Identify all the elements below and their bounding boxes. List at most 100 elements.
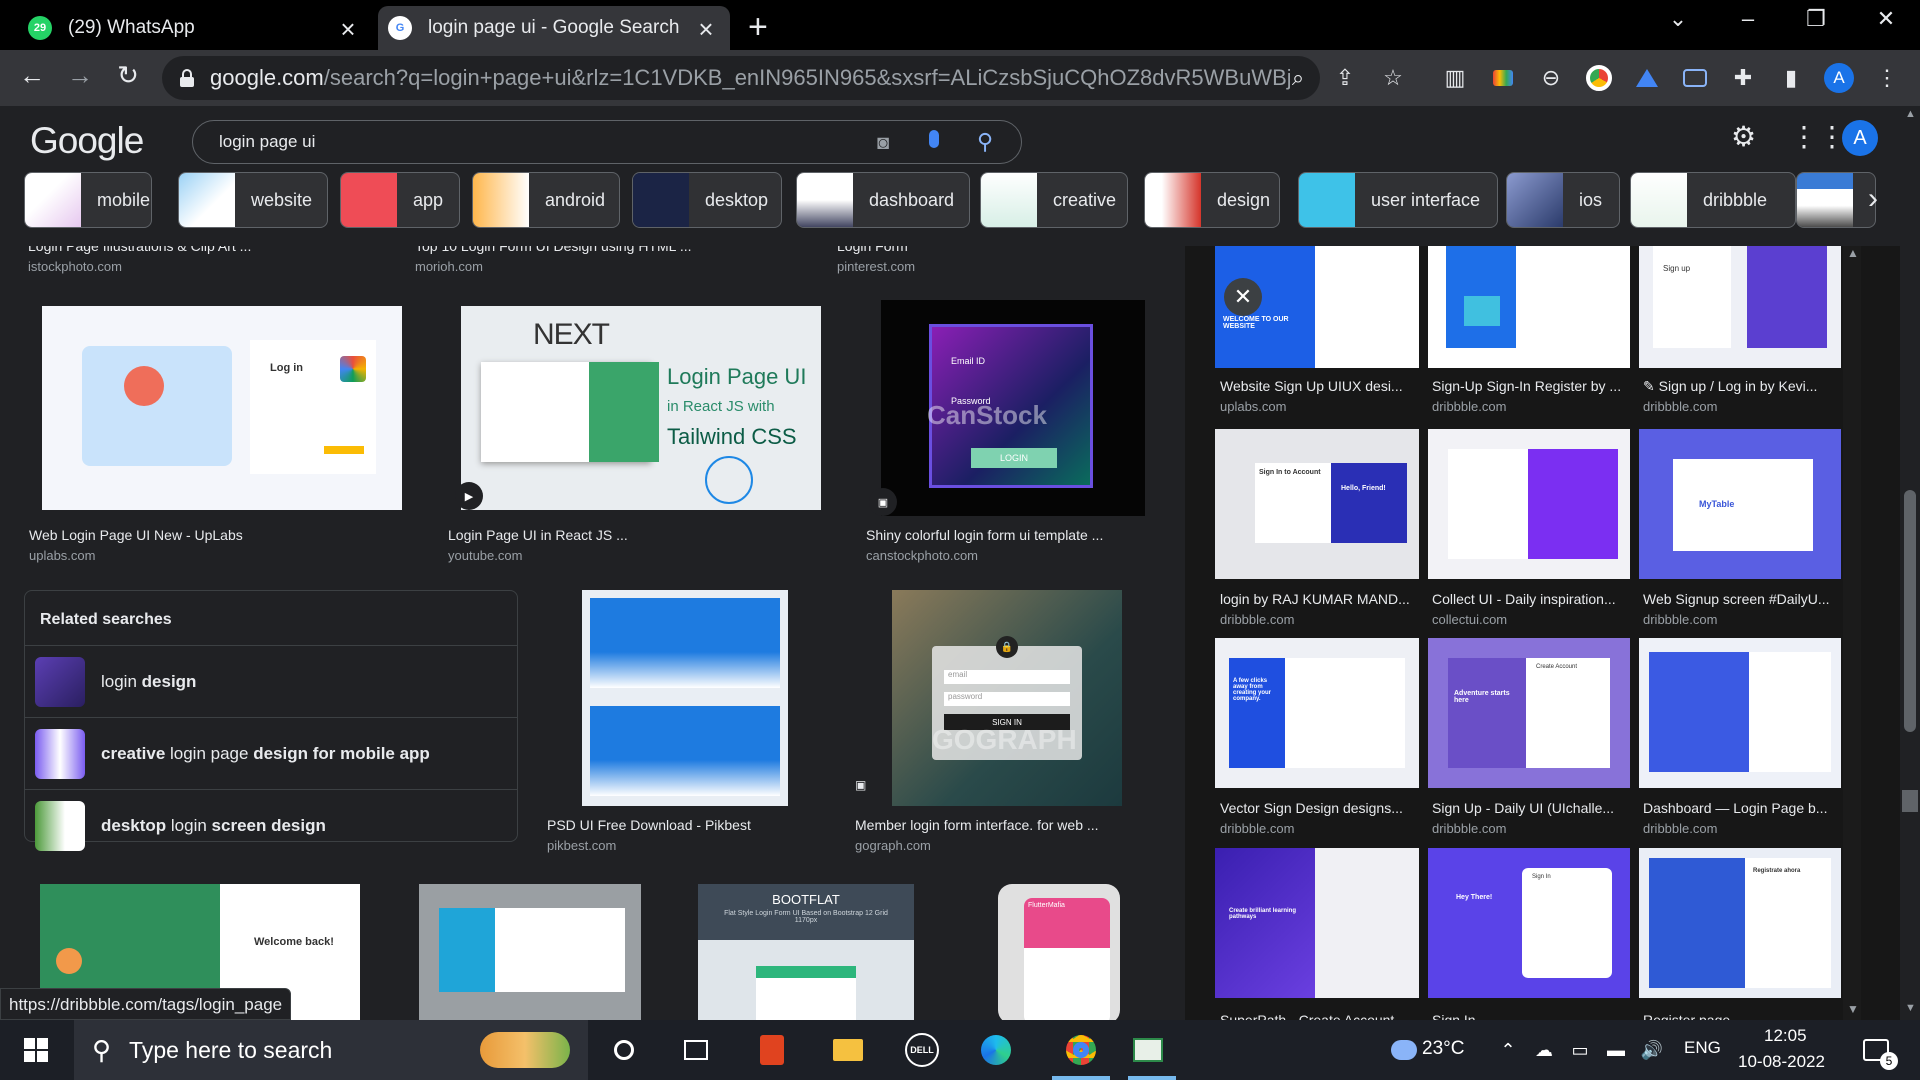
result-title[interactable]: Login Form [837, 246, 908, 254]
page-scrollbar[interactable]: ▲ ▼ [1900, 106, 1920, 1020]
side-panel-icon[interactable]: ▮ [1776, 63, 1806, 93]
result-thumbnail[interactable]: A few clicks away from creating your com… [1215, 638, 1419, 788]
related-search-item[interactable]: desktop login screen design [25, 789, 517, 861]
result-thumbnail[interactable]: MyTable [1639, 429, 1841, 579]
restore-button[interactable]: ❐ [1796, 6, 1836, 32]
result-thumbnail[interactable]: Adventure starts here Create Account [1428, 638, 1630, 788]
extension-chrome-icon[interactable] [1584, 63, 1614, 93]
notifications-icon[interactable]: 5 [1856, 1030, 1898, 1070]
scroll-thumb-secondary[interactable] [1902, 790, 1918, 812]
weather-icon[interactable] [1384, 1030, 1424, 1070]
edge-browser-icon[interactable] [976, 1030, 1016, 1070]
new-tab-button[interactable]: + [748, 8, 768, 47]
chip-creative[interactable]: creative [980, 172, 1128, 228]
address-bar[interactable]: google.com/search?q=login+page+ui&rlz=1C… [162, 56, 1320, 100]
widgets-icon[interactable] [676, 1030, 716, 1070]
forward-button[interactable]: → [62, 60, 98, 91]
search-icon[interactable]: ⚲ [977, 129, 993, 155]
battery-icon[interactable]: ▬ [1596, 1030, 1636, 1070]
result-thumbnail[interactable] [419, 884, 641, 1020]
result-title[interactable]: Website Sign Up UIUX desi... [1220, 378, 1403, 394]
result-thumbnail[interactable]: Log in [42, 306, 402, 510]
reload-button[interactable]: ↻ [110, 60, 146, 91]
chip-more[interactable] [1796, 172, 1876, 228]
chevron-up-icon[interactable]: ⌃ [1488, 1030, 1528, 1070]
volume-icon[interactable]: 🔊 [1632, 1030, 1672, 1070]
result-thumbnail[interactable]: 🔒 email password SIGN IN GOGRAPH [892, 590, 1122, 806]
chip-website[interactable]: website [178, 172, 328, 228]
result-title[interactable]: SuperPath - Create Account [1220, 1012, 1394, 1020]
result-title[interactable]: Dashboard — Login Page b... [1643, 800, 1827, 816]
scroll-up-arrow-icon[interactable]: ▲ [1847, 246, 1859, 260]
chip-user-interface[interactable]: user interface [1298, 172, 1498, 228]
task-view-icon[interactable] [604, 1030, 644, 1070]
url-text[interactable]: google.com/search?q=login+page+ui&rlz=1C… [210, 65, 1290, 91]
scroll-thumb[interactable] [1904, 490, 1916, 732]
result-thumbnail[interactable]: Sign In to Account Hello, Friend! [1215, 429, 1419, 579]
dell-icon[interactable]: DELL [902, 1030, 942, 1070]
settings-gear-icon[interactable]: ⚙ [1731, 120, 1756, 153]
result-title[interactable]: Web Login Page UI New - UpLabs [29, 527, 243, 543]
minimize-button[interactable]: – [1728, 6, 1768, 32]
chip-desktop[interactable]: desktop [632, 172, 782, 228]
taskbar-search-box[interactable]: ⚲ Type here to search [74, 1020, 588, 1080]
related-search-item[interactable]: creative login page design for mobile ap… [25, 717, 517, 789]
chrome-menu-icon[interactable]: ⋮ [1872, 63, 1902, 93]
lock-icon[interactable] [180, 69, 194, 87]
chip-dashboard[interactable]: dashboard [796, 172, 970, 228]
extension-drive-icon[interactable] [1632, 63, 1662, 93]
result-thumbnail[interactable]: Hey There! Sign In [1428, 848, 1630, 998]
bookmark-star-icon[interactable]: ☆ [1378, 63, 1408, 93]
close-window-button[interactable]: ✕ [1866, 6, 1906, 32]
clock-time[interactable]: 12:05 [1764, 1026, 1807, 1046]
scroll-down-arrow-icon[interactable]: ▼ [1847, 1002, 1859, 1016]
windows-start-icon[interactable] [16, 1030, 56, 1070]
camera-search-icon[interactable]: ◙ [877, 132, 889, 155]
voice-search-icon[interactable] [929, 130, 939, 148]
chip-android[interactable]: android [472, 172, 620, 228]
result-title[interactable]: Top 10 Login Form UI Design using HTML .… [415, 246, 692, 254]
chip-app[interactable]: app [340, 172, 460, 228]
chip-ios[interactable]: ios [1506, 172, 1620, 228]
chip-dribbble[interactable]: dribbble [1630, 172, 1796, 228]
search-input[interactable] [217, 131, 857, 153]
app-window-icon[interactable] [1128, 1030, 1168, 1070]
result-thumbnail[interactable]: NEXT Login Page UI in React JS with Tail… [455, 306, 821, 510]
close-preview-button[interactable]: ✕ [1224, 278, 1262, 316]
result-title[interactable]: Sign Up - Daily UI (UIchalle... [1432, 800, 1614, 816]
result-title[interactable]: Sign In [1432, 1012, 1476, 1020]
search-box[interactable]: ◙ ⚲ [192, 120, 1022, 164]
tab-search-chevron-icon[interactable]: ⌄ [1658, 6, 1698, 32]
result-title[interactable]: Vector Sign Design designs... [1220, 800, 1403, 816]
result-title[interactable]: Member login form interface. for web ... [855, 817, 1099, 833]
result-thumbnail[interactable] [1639, 638, 1841, 788]
result-title[interactable]: Web Signup screen #DailyU... [1643, 591, 1830, 607]
result-thumbnail[interactable]: Registrate ahora [1639, 848, 1841, 998]
back-button[interactable]: ← [14, 60, 50, 91]
chrome-taskbar-icon[interactable] [1052, 1030, 1110, 1070]
office-icon[interactable] [752, 1030, 792, 1070]
tab-whatsapp[interactable]: 29 (29) WhatsApp × [0, 6, 372, 50]
result-title[interactable]: ✎ Sign up / Log in by Kevi... [1643, 378, 1817, 395]
result-thumbnail[interactable]: Create brilliant learning pathways [1215, 848, 1419, 998]
zoom-icon[interactable]: ⌕ [1283, 63, 1313, 93]
reading-list-icon[interactable]: ▥ [1440, 63, 1470, 93]
meet-now-icon[interactable]: ▭ [1560, 1030, 1600, 1070]
temperature-label[interactable]: 23°C [1422, 1038, 1464, 1060]
chip-design[interactable]: design [1144, 172, 1280, 228]
result-title[interactable]: Shiny colorful login form ui template ..… [866, 527, 1103, 543]
result-thumbnail[interactable] [1428, 246, 1630, 368]
result-thumbnail[interactable]: Email ID Password LOGIN CanStock ▣ [869, 300, 1145, 516]
close-tab-icon[interactable]: × [692, 14, 720, 45]
side-panel-scrollbar[interactable]: ▲ ▼ [1843, 246, 1861, 1020]
file-explorer-icon[interactable] [828, 1030, 868, 1070]
result-title[interactable]: PSD UI Free Download - Pikbest [547, 817, 751, 833]
extension-link-icon[interactable]: ⊖ [1536, 63, 1566, 93]
tab-google-search[interactable]: G login page ui - Google Search × [378, 6, 730, 50]
share-icon[interactable]: ⇪ [1330, 63, 1360, 93]
close-tab-icon[interactable]: × [334, 14, 362, 45]
profile-avatar[interactable]: A [1824, 63, 1854, 93]
result-title[interactable]: Login Page Illustrations & Clip Art ... [28, 246, 251, 254]
result-title[interactable]: Login Page UI in React JS ... [448, 527, 628, 543]
chip-mobile[interactable]: mobile [24, 172, 152, 228]
